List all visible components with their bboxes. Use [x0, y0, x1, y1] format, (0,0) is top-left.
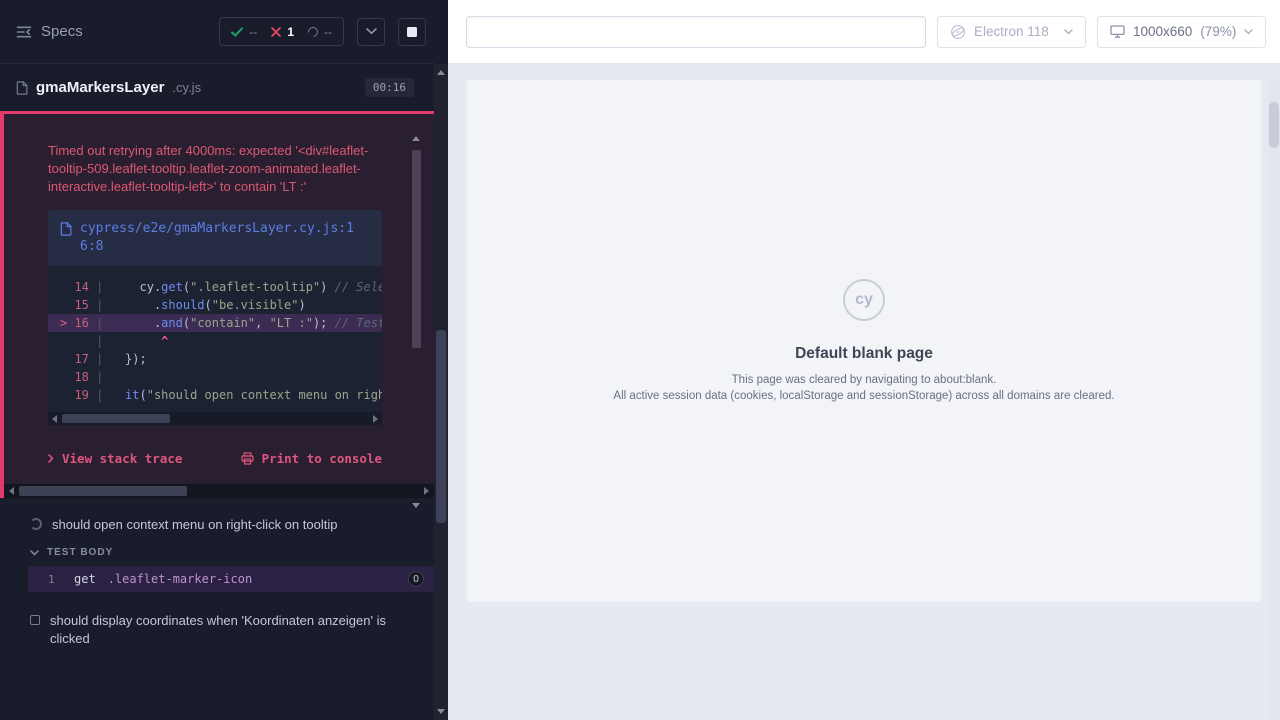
chevron-down-icon — [1064, 29, 1073, 35]
spec-extension: .cy.js — [172, 80, 201, 95]
specs-menu-icon[interactable] — [16, 25, 32, 39]
scrollbar-thumb[interactable] — [62, 414, 170, 423]
scroll-up-arrow-icon[interactable] — [437, 70, 445, 75]
chevron-right-icon — [48, 454, 54, 463]
chevron-down-icon — [1244, 29, 1253, 35]
code-lines: 14 | cy.get(".leaflet-tooltip") // Sele … — [48, 266, 382, 412]
reporter-header: Specs -- 1 -- — [0, 0, 434, 64]
browser-label: Electron 118 — [974, 24, 1049, 39]
scrollbar-thumb[interactable] — [412, 150, 421, 348]
blank-page-message-1: This page was cleared by navigating to a… — [732, 372, 997, 388]
browser-selector[interactable]: Electron 118 — [937, 16, 1086, 48]
stat-failed: 1 — [271, 25, 294, 39]
test-item-running[interactable]: should open context menu on right-click … — [0, 516, 434, 534]
test-stats: -- 1 -- — [219, 17, 344, 46]
scroll-left-arrow-icon[interactable] — [52, 415, 57, 423]
blank-page-heading: Default blank page — [795, 345, 933, 363]
spec-duration: 00:16 — [365, 78, 414, 97]
error-message: Timed out retrying after 4000ms: expecte… — [48, 142, 382, 196]
scroll-down-arrow-icon[interactable] — [412, 503, 420, 508]
scroll-right-arrow-icon[interactable] — [424, 487, 429, 495]
test-body-header[interactable]: TEST BODY — [0, 547, 434, 558]
pending-count: -- — [324, 25, 332, 39]
view-stack-trace-link[interactable]: View stack trace — [48, 451, 182, 466]
test-title: should open context menu on right-click … — [52, 516, 337, 534]
error-vertical-scrollbar[interactable] — [411, 136, 422, 508]
stop-button[interactable] — [398, 18, 426, 46]
command-method: get — [74, 572, 96, 586]
test-runner-sidebar: Specs -- 1 -- — [0, 0, 448, 720]
sidebar-vertical-scrollbar[interactable] — [434, 64, 448, 720]
viewport-icon — [1110, 25, 1125, 38]
printer-icon — [241, 452, 254, 465]
main-vertical-scrollbar[interactable] — [1268, 80, 1280, 720]
failed-icon — [271, 27, 281, 37]
stat-pending: -- — [308, 25, 332, 39]
pending-icon — [306, 24, 320, 38]
scroll-left-arrow-icon[interactable] — [9, 487, 14, 495]
aut-container: cy Default blank page This page was clea… — [448, 80, 1280, 720]
aut-blank-page: cy Default blank page This page was clea… — [467, 80, 1261, 602]
print-to-console-link[interactable]: Print to console — [241, 451, 382, 466]
scroll-right-arrow-icon[interactable] — [373, 415, 378, 423]
aut-header: Electron 118 1000x660 (79%) — [448, 0, 1280, 64]
viewport-zoom: (79%) — [1200, 24, 1236, 39]
scrollbar-thumb[interactable] — [19, 486, 187, 496]
spec-header[interactable]: gmaMarkersLayer .cy.js 00:16 — [0, 64, 434, 111]
code-frame-horizontal-scrollbar[interactable] — [48, 412, 382, 425]
collapse-tests-button[interactable] — [357, 18, 385, 46]
queued-test-icon — [30, 615, 40, 625]
command-number: 1 — [48, 573, 74, 586]
passed-icon — [231, 27, 243, 37]
error-horizontal-scrollbar[interactable] — [4, 484, 434, 498]
command-argument: .leaflet-marker-icon — [108, 572, 253, 586]
test-title: should display coordinates when 'Koordin… — [50, 612, 404, 648]
running-spinner-icon — [30, 518, 42, 530]
reporter: Specs -- 1 -- — [0, 0, 434, 720]
passed-count: -- — [249, 25, 257, 39]
code-file-icon — [60, 222, 72, 236]
code-frame-header: cypress/e2e/gmaMarkersLayer.cy.js:16:8 — [48, 210, 382, 266]
test-body-label: TEST BODY — [47, 547, 113, 558]
scroll-up-arrow-icon[interactable] — [412, 136, 420, 141]
blank-page-message-2: All active session data (cookies, localS… — [613, 388, 1114, 404]
element-count-badge: 0 — [408, 571, 424, 587]
error-actions: View stack trace Print to console — [48, 451, 382, 466]
command-row[interactable]: 1 get .leaflet-marker-icon 0 — [28, 566, 434, 592]
test-list: should open context menu on right-click … — [0, 498, 434, 648]
test-item-pending[interactable]: should display coordinates when 'Koordin… — [0, 612, 434, 648]
scrollbar-thumb[interactable] — [1269, 102, 1279, 148]
stop-icon — [407, 27, 417, 37]
viewport-size: 1000x660 — [1133, 24, 1192, 39]
aut-panel: Electron 118 1000x660 (79%) cy Default b… — [448, 0, 1280, 720]
spec-file-icon — [16, 81, 28, 95]
viewport-selector[interactable]: 1000x660 (79%) — [1097, 16, 1266, 48]
chevron-down-icon — [30, 550, 39, 556]
failed-test-attempt: Timed out retrying after 4000ms: expecte… — [0, 111, 434, 498]
specs-title: Specs — [41, 23, 83, 40]
electron-browser-icon — [950, 24, 966, 40]
spec-name: gmaMarkersLayer — [36, 79, 164, 96]
url-input[interactable] — [466, 16, 926, 48]
code-frame-file-link[interactable]: cypress/e2e/gmaMarkersLayer.cy.js:16:8 — [80, 220, 356, 256]
stat-passed: -- — [231, 25, 257, 39]
cypress-logo: cy — [843, 279, 885, 321]
scrollbar-thumb[interactable] — [436, 330, 446, 523]
scroll-down-arrow-icon[interactable] — [437, 709, 445, 714]
code-frame: cypress/e2e/gmaMarkersLayer.cy.js:16:8 1… — [48, 210, 382, 425]
failed-count: 1 — [287, 25, 294, 39]
